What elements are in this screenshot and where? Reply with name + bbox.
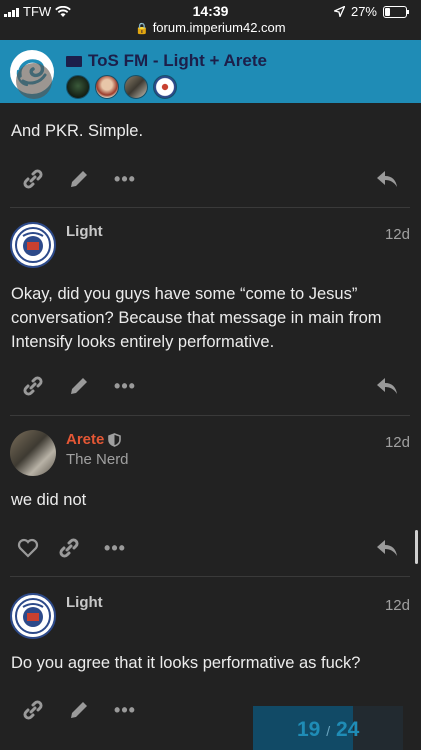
pencil-icon (71, 378, 87, 394)
topic-header: ToS FM - Light + Arete (0, 40, 421, 103)
copy-link-button[interactable] (18, 164, 48, 194)
post-body: Do you agree that it looks performative … (11, 654, 361, 672)
location-arrow-icon (333, 6, 345, 17)
copy-link-button[interactable] (18, 695, 48, 725)
copy-link-button[interactable] (54, 533, 84, 563)
more-actions-button[interactable]: ••• (100, 533, 130, 563)
progress-separator: / (326, 723, 331, 739)
progress-current: 19 (297, 718, 321, 741)
more-icon: ••• (104, 537, 126, 558)
pencil-icon (71, 702, 87, 718)
post: And PKR. Simple. ••• (0, 63, 421, 209)
more-icon: ••• (114, 168, 136, 189)
post-date[interactable]: 12d (385, 597, 410, 614)
more-icon: ••• (114, 375, 136, 396)
participant-avatar[interactable] (124, 75, 148, 99)
reply-button[interactable] (372, 533, 402, 563)
edit-button[interactable] (64, 695, 94, 725)
like-button[interactable] (13, 533, 43, 563)
link-icon (23, 700, 43, 720)
participant-avatars (66, 75, 177, 99)
username[interactable]: Light (66, 594, 103, 611)
status-right: 27% (333, 4, 409, 19)
reply-button[interactable] (372, 164, 402, 194)
copy-link-button[interactable] (18, 371, 48, 401)
avatar[interactable] (10, 222, 56, 268)
more-actions-button[interactable]: ••• (110, 164, 140, 194)
pencil-icon (71, 171, 87, 187)
status-bar: TFW 14:39 27% 🔒 forum.imperium42.com (0, 0, 421, 38)
more-actions-button[interactable]: ••• (110, 695, 140, 725)
topic-progress[interactable]: 19 / 24 (253, 706, 403, 750)
post-body: And PKR. Simple. (11, 122, 144, 140)
topic-title[interactable]: ToS FM - Light + Arete (66, 51, 267, 71)
post-date[interactable]: 12d (385, 434, 410, 451)
progress-total: 24 (335, 718, 360, 741)
user-title: The Nerd (66, 451, 129, 468)
post: Arete The Nerd 12d we did not ••• (0, 416, 421, 576)
url-text: forum.imperium42.com (152, 20, 286, 35)
battery-percent: 27% (350, 4, 377, 19)
reply-icon (377, 171, 397, 187)
edit-button[interactable] (64, 371, 94, 401)
progress-text: 19 / 24 (297, 718, 359, 742)
topic-title-text: ToS FM - Light + Arete (88, 51, 267, 70)
reply-icon (377, 378, 397, 394)
heart-icon (17, 538, 39, 558)
reply-icon (377, 540, 397, 556)
edit-button[interactable] (64, 164, 94, 194)
more-icon: ••• (114, 699, 136, 720)
moderator-shield-icon (108, 433, 121, 447)
post-date[interactable]: 12d (385, 226, 410, 243)
light-crest-avatar (15, 227, 51, 263)
username[interactable]: Arete (66, 431, 104, 448)
avatar[interactable] (10, 430, 56, 476)
link-icon (23, 376, 43, 396)
progress-remainder (353, 706, 403, 750)
post: Light 12d Okay, did you guys have some “… (0, 208, 421, 415)
link-icon (23, 169, 43, 189)
avatar[interactable] (10, 593, 56, 639)
address-bar[interactable]: 🔒 forum.imperium42.com (0, 20, 421, 35)
avatar[interactable] (16, 63, 52, 99)
envelope-icon (66, 55, 82, 67)
more-actions-button[interactable]: ••• (110, 371, 140, 401)
battery-icon (383, 5, 409, 18)
username[interactable]: Light (66, 223, 103, 240)
lock-icon: 🔒 (135, 23, 150, 35)
participant-avatar[interactable] (66, 75, 90, 99)
participant-avatar[interactable] (95, 75, 119, 99)
post-body: we did not (11, 491, 87, 509)
scrollbar[interactable] (415, 530, 418, 564)
post-body: Okay, did you guys have some “come to Je… (11, 285, 382, 351)
reply-button[interactable] (372, 371, 402, 401)
participant-avatar[interactable] (153, 75, 177, 99)
link-icon (59, 538, 79, 558)
light-crest-avatar (15, 598, 51, 634)
battery-level (385, 7, 390, 16)
